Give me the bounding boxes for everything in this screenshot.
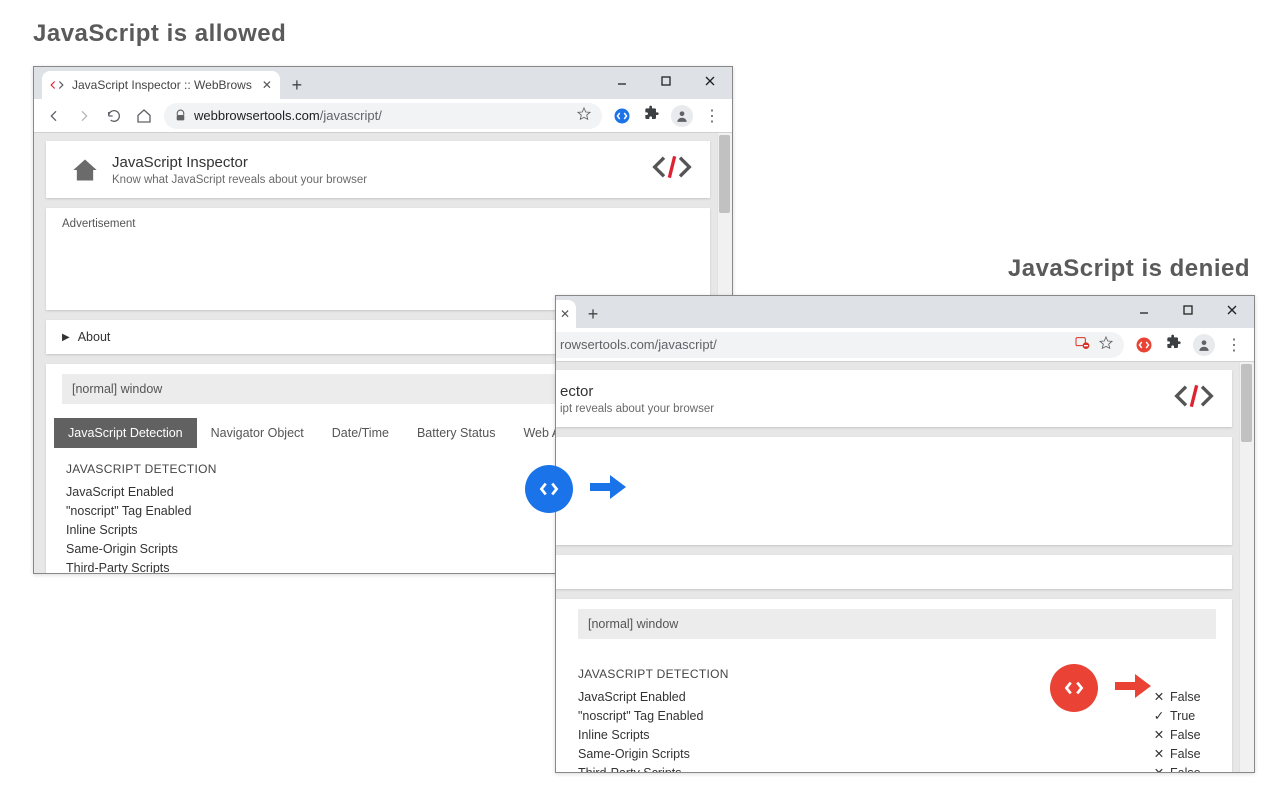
new-tab-button[interactable]: + xyxy=(580,301,606,327)
tab-close-icon[interactable]: ✕ xyxy=(260,78,274,92)
code-brackets-icon xyxy=(1174,382,1214,415)
profile-avatar[interactable] xyxy=(1190,331,1218,359)
back-button[interactable] xyxy=(40,102,68,130)
page-title: JavaScript Inspector xyxy=(112,154,652,171)
profile-avatar[interactable] xyxy=(668,102,696,130)
tab-navigator[interactable]: Navigator Object xyxy=(197,418,318,448)
url-field[interactable]: webbrowsertools.com/javascript/ xyxy=(164,103,602,129)
js-badge-blue-icon xyxy=(525,465,573,513)
titlebar: JavaScript Inspector :: WebBrows ✕ + xyxy=(34,67,732,99)
reload-button[interactable] xyxy=(100,102,128,130)
url-path: /javascript/ xyxy=(320,108,382,123)
js-badge-red-icon xyxy=(1050,664,1098,712)
x-icon: ✕ xyxy=(1152,765,1166,772)
caption-denied: JavaScript is denied xyxy=(1008,255,1250,283)
detection-row: Same-Origin Scripts✕ False xyxy=(578,744,1212,763)
url-field[interactable]: rowsertools.com/javascript/ xyxy=(556,332,1124,358)
browser-tab[interactable]: JavaScript Inspector :: WebBrows ✕ xyxy=(42,71,280,99)
bookmark-star-icon[interactable] xyxy=(576,106,592,125)
minimize-button[interactable] xyxy=(600,67,644,95)
row-label: Third-Party Scripts xyxy=(66,561,630,574)
scrollbar[interactable] xyxy=(1239,362,1254,772)
caption-allowed: JavaScript is allowed xyxy=(33,20,286,48)
page-title: ector xyxy=(560,383,1174,400)
row-label: Same-Origin Scripts xyxy=(578,747,1152,761)
address-bar: webbrowsertools.com/javascript/ ⋮ xyxy=(34,99,732,133)
page-header-card: ector ipt reveals about your browser xyxy=(556,370,1232,427)
js-extension-icon[interactable] xyxy=(1130,331,1158,359)
x-icon: ✕ xyxy=(1152,727,1166,742)
window-controls xyxy=(1122,296,1254,328)
extensions-puzzle-icon[interactable] xyxy=(1160,331,1188,359)
row-value: False xyxy=(1170,747,1212,761)
row-value: False xyxy=(1170,728,1212,742)
row-label: Inline Scripts xyxy=(578,728,1152,742)
js-extension-icon[interactable] xyxy=(608,102,636,130)
highlight-marker-denied xyxy=(1050,664,1154,712)
tab-battery[interactable]: Battery Status xyxy=(403,418,510,448)
highlight-marker-allowed xyxy=(525,465,629,513)
tab-close-icon[interactable]: ✕ xyxy=(558,307,572,321)
site-home-icon[interactable] xyxy=(64,156,106,184)
new-tab-button[interactable]: + xyxy=(284,72,310,98)
maximize-button[interactable] xyxy=(1166,296,1210,324)
browser-menu-button[interactable]: ⋮ xyxy=(1220,331,1248,359)
tab-title: JavaScript Inspector :: WebBrows xyxy=(72,78,252,92)
row-label: Inline Scripts xyxy=(66,523,630,537)
x-icon: ✕ xyxy=(1152,689,1166,704)
forward-button[interactable] xyxy=(70,102,98,130)
page-subtitle: ipt reveals about your browser xyxy=(560,403,1174,415)
disclosure-triangle-icon: ▶ xyxy=(62,332,70,343)
row-value: False xyxy=(1170,766,1212,773)
browser-tab-partial[interactable]: ✕ xyxy=(556,300,576,328)
check-icon: ✓ xyxy=(1152,708,1166,723)
address-bar: rowsertools.com/javascript/ ⋮ xyxy=(556,328,1254,362)
extensions-puzzle-icon[interactable] xyxy=(638,102,666,130)
close-window-button[interactable] xyxy=(688,67,732,95)
close-window-button[interactable] xyxy=(1210,296,1254,324)
arrow-right-icon xyxy=(1112,666,1154,711)
row-value: False xyxy=(1170,690,1212,704)
detection-row: Inline Scripts✕ False xyxy=(578,725,1212,744)
bookmark-star-icon[interactable] xyxy=(1098,335,1114,354)
window-label: [normal] window xyxy=(578,609,1216,639)
page-subtitle: Know what JavaScript reveals about your … xyxy=(112,174,652,186)
titlebar: ✕ + xyxy=(556,296,1254,328)
minimize-button[interactable] xyxy=(1122,296,1166,324)
about-toggle[interactable] xyxy=(556,555,1232,589)
home-button[interactable] xyxy=(130,102,158,130)
page-header-card: JavaScript Inspector Know what JavaScrip… xyxy=(46,141,710,198)
lock-icon xyxy=(174,109,188,122)
row-label: Third-Party Scripts xyxy=(578,766,1152,773)
row-label: Same-Origin Scripts xyxy=(66,542,630,556)
detection-row: Third-Party Scripts✕ False xyxy=(578,763,1212,772)
browser-menu-button[interactable]: ⋮ xyxy=(698,102,726,130)
url-path: rowsertools.com/javascript/ xyxy=(560,337,717,352)
code-brackets-icon xyxy=(652,153,692,186)
url-host: webbrowsertools.com xyxy=(194,108,320,123)
maximize-button[interactable] xyxy=(644,67,688,95)
tab-js-detection[interactable]: JavaScript Detection xyxy=(54,418,197,448)
row-value: True xyxy=(1170,709,1212,723)
window-controls xyxy=(600,67,732,99)
tab-favicon-code-icon xyxy=(50,78,64,92)
about-label: About xyxy=(78,330,111,344)
blocked-content-icon[interactable] xyxy=(1074,335,1090,354)
advertisement-area xyxy=(556,437,1232,545)
x-icon: ✕ xyxy=(1152,746,1166,761)
arrow-right-icon xyxy=(587,467,629,512)
tab-datetime[interactable]: Date/Time xyxy=(318,418,403,448)
